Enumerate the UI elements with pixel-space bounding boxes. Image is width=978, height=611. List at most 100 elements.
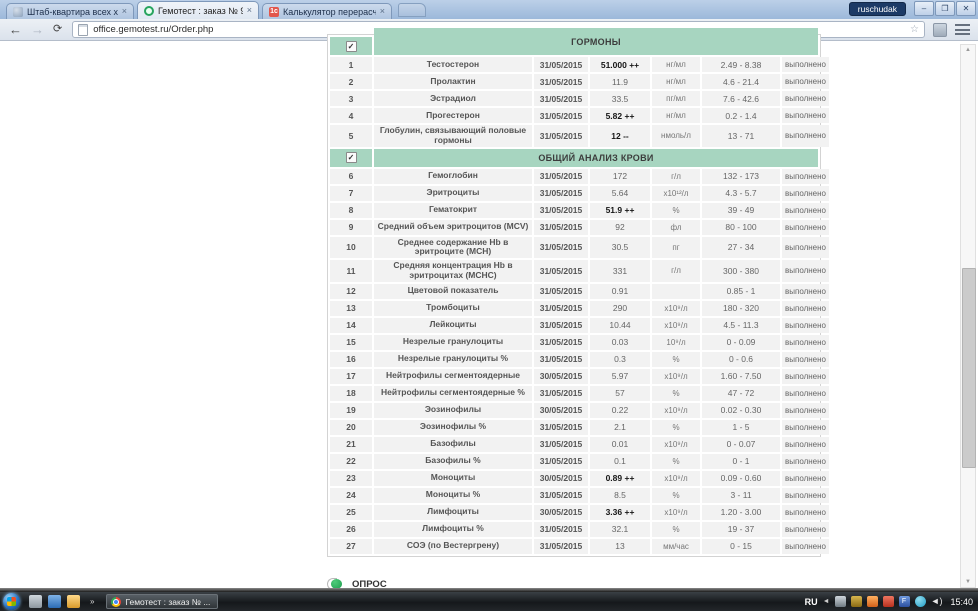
tray-expand-icon[interactable]: ◄: [823, 598, 830, 605]
test-result: 8.5: [590, 488, 650, 503]
table-row: 25Лимфоциты30/05/20153.36 ++х10⁹/л1.20 -…: [330, 505, 818, 520]
start-button[interactable]: [3, 593, 20, 610]
page-scrollbar[interactable]: ▲ ▼: [960, 44, 976, 588]
reference-range: 4.6 - 21.4: [702, 74, 780, 89]
new-tab-button[interactable]: [398, 3, 426, 17]
section-checkbox[interactable]: ✓: [346, 152, 357, 163]
test-result: 0.3: [590, 352, 650, 367]
test-date: 31/05/2015: [534, 57, 588, 72]
test-name: Глобулин, связывающий половые гормоны: [374, 125, 532, 147]
chrome-menu-icon[interactable]: [955, 24, 970, 35]
test-date: 31/05/2015: [534, 108, 588, 123]
clock[interactable]: 15:40: [950, 597, 973, 607]
test-result: 51.9 ++: [590, 203, 650, 218]
tab-close-icon[interactable]: ×: [247, 6, 252, 15]
test-status: выполнено: [782, 169, 829, 184]
tab-title: Калькулятор перерасчет: [283, 7, 376, 17]
test-date: 31/05/2015: [534, 301, 588, 316]
scroll-up-icon[interactable]: ▲: [961, 45, 975, 55]
test-result: 12 --: [590, 125, 650, 147]
test-status: выполнено: [782, 369, 829, 384]
test-result: 0.89 ++: [590, 471, 650, 486]
gemotest-favicon: [144, 6, 154, 16]
scrollbar-thumb[interactable]: [962, 268, 976, 468]
quicklaunch-overflow-icon[interactable]: »: [90, 597, 94, 606]
network-tray-icon[interactable]: [835, 596, 846, 607]
row-number: 19: [330, 403, 372, 418]
test-status: выполнено: [782, 488, 829, 503]
tab-gemotest-active[interactable]: Гемотест : заказ № 96818 ×: [137, 1, 259, 19]
test-unit: мм/час: [652, 539, 700, 554]
reference-range: 47 - 72: [702, 386, 780, 401]
table-row: 17Нейтрофилы сегментоядерные30/05/20155.…: [330, 369, 818, 384]
test-status: выполнено: [782, 74, 829, 89]
taskbar: » Гемотест : заказ № ... RU ◄ F ◄) 15:40: [0, 592, 978, 611]
tab-hq[interactable]: Штаб-квартира всех хим ×: [6, 3, 134, 19]
windows-logo-icon: [7, 597, 16, 606]
test-unit: пг: [652, 237, 700, 259]
test-date: 30/05/2015: [534, 505, 588, 520]
tray-icon-badge[interactable]: F: [899, 596, 910, 607]
tray-icon-flame[interactable]: [867, 596, 878, 607]
table-row: 13Тромбоциты31/05/2015290х10⁹/л180 - 320…: [330, 301, 818, 316]
test-date: 31/05/2015: [534, 437, 588, 452]
back-icon[interactable]: ←: [9, 23, 22, 36]
chrome-icon: [111, 597, 121, 607]
table-row: 26Лимфоциты %31/05/201532.1%19 - 37выпол…: [330, 522, 818, 537]
tray-icon-app[interactable]: [883, 596, 894, 607]
reference-range: 3 - 11: [702, 488, 780, 503]
tab-title: Штаб-квартира всех хим: [27, 7, 118, 17]
messenger-tray-icon[interactable]: [915, 596, 926, 607]
test-status: выполнено: [782, 335, 829, 350]
table-row: 14Лейкоциты31/05/201510.44х10⁹/л4.5 - 11…: [330, 318, 818, 333]
test-date: 31/05/2015: [534, 284, 588, 299]
close-button[interactable]: ✕: [956, 1, 976, 16]
tab-close-icon[interactable]: ×: [380, 7, 385, 16]
section-checkbox[interactable]: ✓: [346, 41, 357, 52]
reference-range: 1.20 - 3.00: [702, 505, 780, 520]
reference-range: 1.60 - 7.50: [702, 369, 780, 384]
test-unit: %: [652, 488, 700, 503]
table-row: 21Базофилы31/05/20150.01х10⁹/л0 - 0.07вы…: [330, 437, 818, 452]
system-tray: RU ◄ F ◄) 15:40: [805, 596, 978, 607]
row-number: 16: [330, 352, 372, 367]
scroll-down-icon[interactable]: ▼: [961, 577, 975, 587]
bookmark-star-icon[interactable]: ☆: [910, 24, 919, 35]
section-header-row: ✓ГОРМОНЫ: [330, 37, 818, 55]
row-number: 12: [330, 284, 372, 299]
test-name: Базофилы: [374, 437, 532, 452]
tab-strip: Штаб-квартира всех хим × Гемотест : зака…: [0, 0, 978, 19]
test-name: Лимфоциты %: [374, 522, 532, 537]
row-number: 25: [330, 505, 372, 520]
quicklaunch-icon-1[interactable]: [29, 595, 42, 608]
row-number: 23: [330, 471, 372, 486]
language-indicator[interactable]: RU: [805, 597, 818, 607]
test-date: 31/05/2015: [534, 352, 588, 367]
antivirus-tray-icon[interactable]: [851, 596, 862, 607]
test-result: 5.97: [590, 369, 650, 384]
taskbar-chrome-button[interactable]: Гемотест : заказ № ...: [106, 594, 218, 609]
test-name: Тестостерон: [374, 57, 532, 72]
reload-icon[interactable]: ⟳: [53, 23, 62, 36]
row-number: 3: [330, 91, 372, 106]
minimize-button[interactable]: –: [914, 1, 934, 16]
extension-icon[interactable]: [933, 23, 947, 37]
reference-range: 0 - 0.07: [702, 437, 780, 452]
test-unit: [652, 284, 700, 299]
reference-range: 0 - 0.6: [702, 352, 780, 367]
restore-button[interactable]: ❐: [935, 1, 955, 16]
volume-icon[interactable]: ◄): [931, 596, 943, 607]
test-unit: х10⁹/л: [652, 301, 700, 316]
quicklaunch-icon-3[interactable]: [67, 595, 80, 608]
test-result: 13: [590, 539, 650, 554]
reference-range: 0.2 - 1.4: [702, 108, 780, 123]
test-unit: 10⁹/л: [652, 335, 700, 350]
quicklaunch-icon-2[interactable]: [48, 595, 61, 608]
tab-calculator[interactable]: 1с Калькулятор перерасчет ×: [262, 3, 392, 19]
row-number: 1: [330, 57, 372, 72]
row-number: 15: [330, 335, 372, 350]
test-status: выполнено: [782, 454, 829, 469]
tab-close-icon[interactable]: ×: [122, 7, 127, 16]
profile-name-badge[interactable]: ruschudak: [849, 2, 906, 16]
test-result: 0.22: [590, 403, 650, 418]
